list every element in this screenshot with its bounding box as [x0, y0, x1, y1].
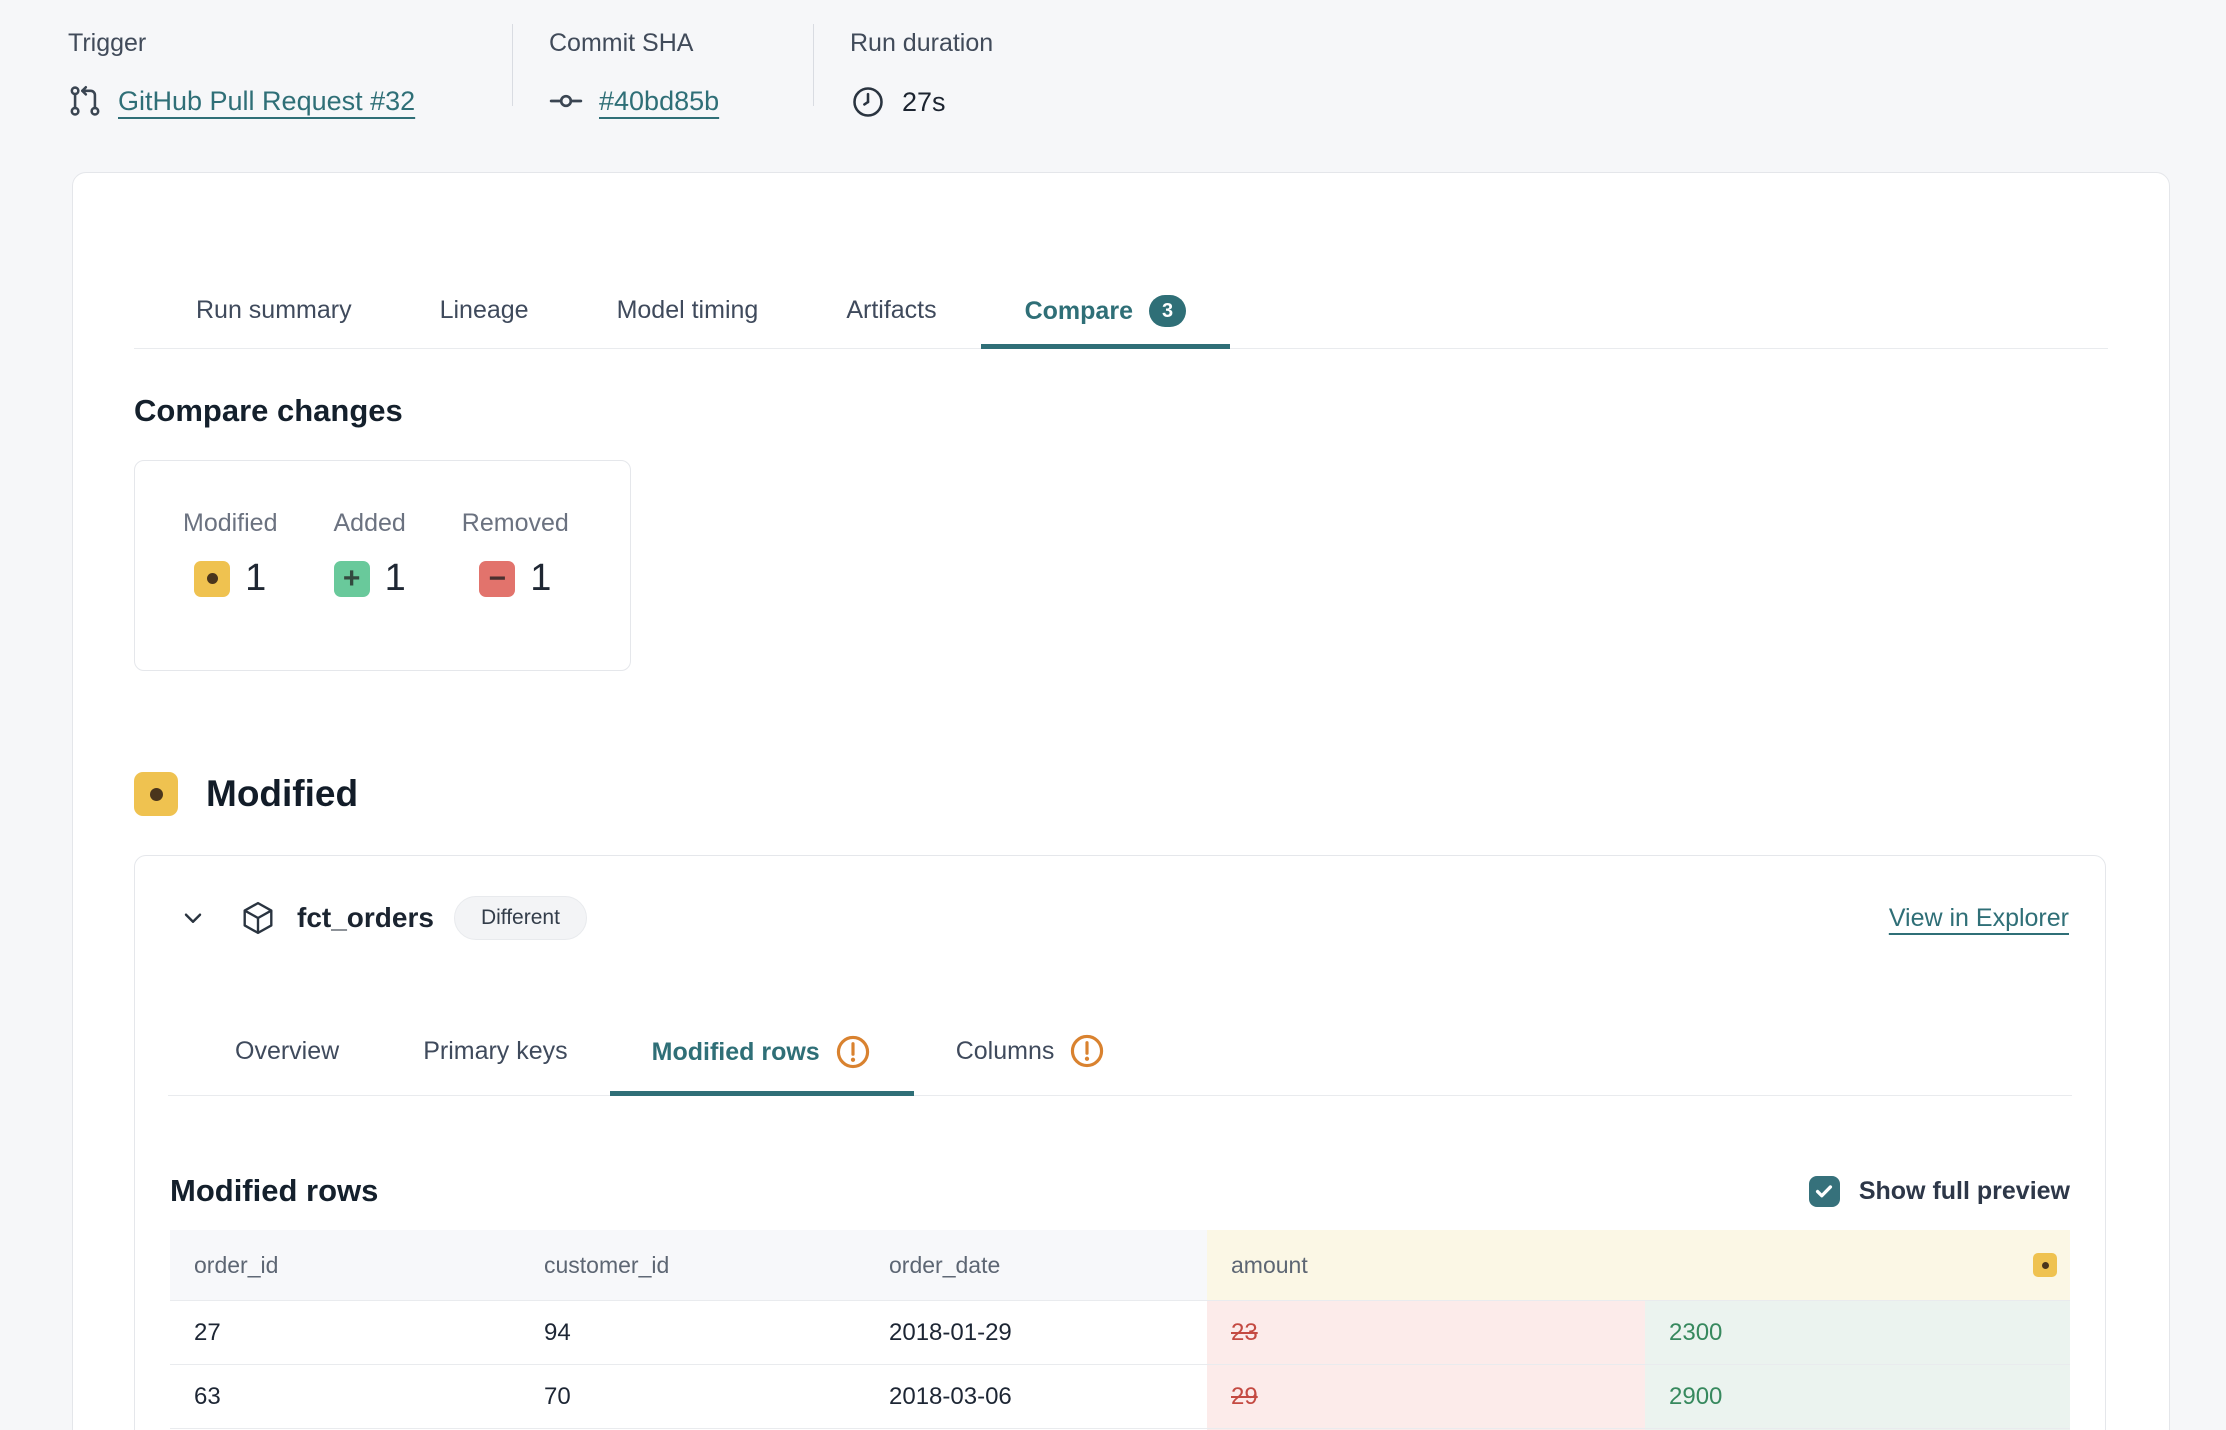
cell-order-date: 2018-01-29: [865, 1300, 1207, 1364]
commit-label: Commit SHA: [549, 22, 813, 58]
view-in-explorer-link[interactable]: View in Explorer: [1889, 904, 2069, 933]
column-header-amount: amount: [1207, 1230, 2070, 1300]
modified-marker-icon: [194, 561, 230, 597]
subtab-label: Overview: [235, 1034, 339, 1068]
cell-customer-id: 94: [520, 1300, 865, 1364]
run-meta-header: Trigger GitHub Pull Request #32 Commit S…: [68, 22, 993, 120]
stat-value: 1: [530, 557, 551, 600]
tab-label: Compare: [1025, 294, 1133, 328]
tab-compare[interactable]: Compare 3: [981, 247, 1231, 349]
old-value: 29: [1231, 1383, 1258, 1411]
cell-order-date: 2018-03-06: [865, 1364, 1207, 1428]
model-card-header: fct_orders Different View in Explorer: [135, 856, 2105, 942]
old-value: 23: [1231, 1319, 1258, 1347]
column-header-order-date: order_date: [865, 1230, 1207, 1300]
commit-sha-link[interactable]: #40bd85b: [599, 86, 719, 117]
duration-value: 27s: [902, 87, 946, 118]
tab-label: Run summary: [196, 293, 352, 327]
pull-request-icon: [68, 84, 102, 118]
show-full-preview-toggle[interactable]: Show full preview: [1809, 1176, 2070, 1207]
trigger-label: Trigger: [68, 22, 512, 58]
subtab-columns[interactable]: Columns: [914, 1002, 1149, 1095]
subtab-label: Primary keys: [423, 1034, 567, 1068]
modified-rows-heading: Modified rows: [170, 1170, 378, 1212]
show-full-preview-label: Show full preview: [1859, 1177, 2070, 1206]
cell-amount-old: 29: [1207, 1364, 1645, 1428]
subtab-primary-keys[interactable]: Primary keys: [381, 1002, 609, 1095]
alert-circle-icon: [1068, 1032, 1106, 1070]
column-header-customer-id: customer_id: [520, 1230, 865, 1300]
modified-section-icon: [134, 772, 178, 816]
subtab-label: Modified rows: [652, 1035, 820, 1069]
alert-circle-icon: [834, 1033, 872, 1071]
cell-amount-new: 2900: [1645, 1364, 2070, 1428]
tab-label: Model timing: [617, 293, 759, 327]
column-header-order-id: order_id: [170, 1230, 520, 1300]
modified-column-marker-icon: [2033, 1253, 2057, 1277]
compare-changes-heading: Compare changes: [134, 390, 2108, 432]
stat-removed: Removed − 1: [462, 507, 569, 670]
subtab-label: Columns: [956, 1034, 1055, 1068]
stat-added: Added + 1: [334, 507, 406, 670]
duration-block: Run duration 27s: [814, 22, 993, 120]
cell-customer-id: 70: [520, 1364, 865, 1428]
tab-lineage[interactable]: Lineage: [396, 247, 573, 348]
duration-label: Run duration: [850, 22, 993, 58]
cell-order-id: 63: [170, 1364, 520, 1428]
removed-marker-icon: −: [479, 561, 515, 597]
tab-model-timing[interactable]: Model timing: [573, 247, 803, 348]
run-detail-card: Run summary Lineage Model timing Artifac…: [72, 172, 2170, 1430]
tab-label: Artifacts: [846, 293, 936, 327]
tab-run-summary[interactable]: Run summary: [152, 247, 396, 348]
added-marker-icon: +: [334, 561, 370, 597]
tab-artifacts[interactable]: Artifacts: [802, 247, 980, 348]
model-name: fct_orders: [297, 902, 434, 934]
column-header-label: amount: [1231, 1252, 1308, 1279]
trigger-block: Trigger GitHub Pull Request #32: [68, 22, 512, 118]
compare-count-badge: 3: [1149, 295, 1186, 327]
cell-amount-old: 23: [1207, 1300, 1645, 1364]
stat-value: 1: [245, 557, 266, 600]
modified-rows-table: order_id customer_id order_date amount 2…: [170, 1230, 2070, 1430]
stat-label: Removed: [462, 507, 569, 539]
commit-block: Commit SHA #40bd85b: [513, 22, 813, 118]
clock-icon: [850, 84, 886, 120]
checkbox-checked-icon[interactable]: [1809, 1176, 1840, 1207]
package-icon: [239, 899, 277, 937]
model-subtabs: Overview Primary keys Modified rows Colu…: [168, 1002, 2072, 1096]
stat-value: 1: [385, 557, 406, 600]
cell-order-id: 27: [170, 1300, 520, 1364]
cell-amount-new: 2300: [1645, 1300, 2070, 1364]
stat-modified: Modified 1: [183, 507, 278, 670]
screen: Trigger GitHub Pull Request #32 Commit S…: [0, 0, 2226, 1430]
modified-section-title: Modified: [206, 772, 358, 816]
subtab-modified-rows[interactable]: Modified rows: [610, 1002, 914, 1096]
modified-rows-header: Modified rows Show full preview: [170, 1170, 2070, 1212]
stat-label: Modified: [183, 507, 278, 539]
modified-section-header: Modified: [134, 772, 2108, 816]
chevron-down-icon[interactable]: [179, 904, 207, 932]
tab-label: Lineage: [440, 293, 529, 327]
commit-icon: [549, 84, 583, 118]
model-card-fct-orders: fct_orders Different View in Explorer Ov…: [134, 855, 2106, 1430]
stat-label: Added: [334, 507, 406, 539]
subtab-overview[interactable]: Overview: [193, 1002, 381, 1095]
model-status-badge: Different: [454, 896, 587, 940]
trigger-link[interactable]: GitHub Pull Request #32: [118, 86, 415, 117]
run-tabs: Run summary Lineage Model timing Artifac…: [134, 247, 2108, 349]
change-stats-card: Modified 1 Added + 1 Removed − 1: [134, 460, 631, 671]
